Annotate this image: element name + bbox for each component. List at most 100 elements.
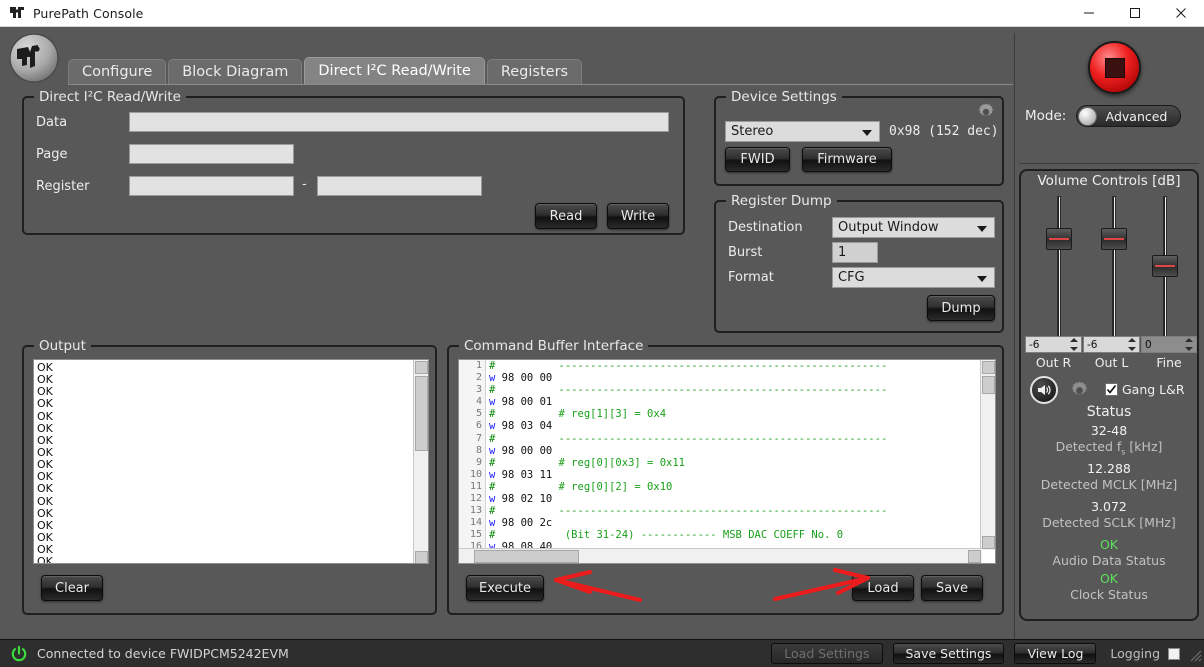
- out-r-spinbox[interactable]: -6: [1025, 336, 1082, 353]
- tab-direct-i2c-read-write[interactable]: Direct I²C Read/Write: [304, 57, 485, 85]
- read-button[interactable]: Read: [535, 203, 597, 229]
- speaker-icon[interactable]: [1030, 376, 1058, 404]
- slider-out-r[interactable]: [1046, 196, 1072, 339]
- code-line[interactable]: w 98 00 00: [487, 445, 995, 457]
- line-number: 1: [475, 360, 482, 371]
- spinner-arrows[interactable]: [1184, 338, 1195, 351]
- output-line: OK: [37, 555, 53, 564]
- volume-gear-icon[interactable]: [1069, 380, 1090, 401]
- scroll-up-arrow[interactable]: [982, 361, 995, 374]
- load-button[interactable]: Load: [852, 575, 914, 601]
- line-number: 8: [475, 444, 482, 456]
- save-button[interactable]: Save: [921, 575, 983, 601]
- code-line[interactable]: w 98 03 11: [487, 469, 995, 481]
- code-line[interactable]: w 98 00 2c: [487, 517, 995, 529]
- code-line[interactable]: # # reg[0][2] = 0x10: [487, 481, 995, 493]
- code-line[interactable]: w 98 03 04: [487, 420, 995, 432]
- device-select[interactable]: Stereo: [725, 121, 880, 142]
- detected-sclk-caption: Detected SCLK [MHz]: [1042, 515, 1176, 530]
- minimize-icon[interactable]: [1066, 0, 1112, 27]
- tab-configure[interactable]: Configure: [68, 59, 167, 85]
- code-line[interactable]: # # reg[1][3] = 0x4: [487, 408, 995, 420]
- firmware-button[interactable]: Firmware: [802, 147, 892, 172]
- stop-square-icon: [1104, 57, 1125, 78]
- out-l-spinbox[interactable]: -6: [1083, 336, 1140, 353]
- spinner-arrows[interactable]: [1127, 338, 1138, 351]
- line-number: 6: [475, 420, 482, 432]
- fine-label: Fine: [1156, 355, 1182, 370]
- burst-input[interactable]: 1: [832, 242, 878, 263]
- data-input[interactable]: [129, 112, 669, 132]
- code-line[interactable]: w 98 00 00: [487, 372, 995, 384]
- logging-indicator[interactable]: [1168, 647, 1180, 660]
- clear-button[interactable]: Clear: [41, 575, 103, 601]
- output-legend: Output: [34, 338, 91, 354]
- tab-registers[interactable]: Registers: [486, 59, 583, 85]
- slider-out-l[interactable]: [1101, 196, 1127, 339]
- scrollbar-thumb[interactable]: [415, 376, 428, 451]
- line-number: 9: [475, 456, 482, 468]
- gang-lr-checkbox[interactable]: [1105, 383, 1118, 396]
- code-lines[interactable]: # --------------------------------------…: [487, 360, 995, 563]
- close-icon[interactable]: [1158, 0, 1204, 27]
- execute-button[interactable]: Execute: [466, 575, 544, 601]
- output-line: OK: [37, 543, 53, 557]
- slider-fine[interactable]: [1152, 196, 1178, 339]
- mode-value: Advanced: [1105, 108, 1168, 124]
- gear-icon[interactable]: [976, 102, 996, 122]
- write-button[interactable]: Write: [607, 203, 669, 229]
- slider-handle[interactable]: [1101, 228, 1127, 250]
- page-input[interactable]: [129, 144, 294, 164]
- window-controls: [1066, 0, 1204, 27]
- output-line: OK: [37, 409, 53, 423]
- slider-handle[interactable]: [1152, 255, 1178, 277]
- resize-grip-icon[interactable]: [1186, 646, 1202, 662]
- tab-block-diagram[interactable]: Block Diagram: [168, 59, 303, 85]
- scroll-up-arrow[interactable]: [415, 361, 428, 374]
- register-start-input[interactable]: [129, 176, 294, 196]
- data-label: Data: [36, 115, 68, 130]
- output-line: OK: [37, 361, 53, 374]
- command-buffer-legend: Command Buffer Interface: [459, 338, 649, 354]
- editor-horizontal-scrollbar[interactable]: [459, 548, 982, 563]
- output-listbox[interactable]: OKOKOKOKOKOKOKOKOKOKOKOKOKOKOKOKOKOKOK: [33, 359, 429, 564]
- load-settings-button[interactable]: Load Settings: [771, 643, 883, 664]
- editor-vertical-scrollbar[interactable]: [980, 360, 995, 550]
- scrollbar-thumb[interactable]: [474, 550, 579, 563]
- tab-label: Direct I²C Read/Write: [318, 63, 471, 80]
- code-line[interactable]: # # reg[0][0x3] = 0x11: [487, 457, 995, 469]
- save-settings-button[interactable]: Save Settings: [892, 643, 1005, 664]
- destination-select[interactable]: Output Window: [832, 217, 995, 238]
- scroll-right-arrow[interactable]: [968, 550, 981, 563]
- slider-handle[interactable]: [1046, 228, 1072, 250]
- panel-divider: [1014, 33, 1015, 639]
- line-number: 10: [469, 468, 482, 480]
- output-vertical-scrollbar[interactable]: [413, 360, 428, 563]
- scrollbar-thumb[interactable]: [982, 376, 995, 394]
- format-select[interactable]: CFG: [832, 267, 995, 288]
- code-line[interactable]: # --------------------------------------…: [487, 384, 995, 396]
- output-line: OK: [37, 433, 53, 447]
- fine-spinbox[interactable]: 0: [1141, 336, 1197, 353]
- scroll-down-arrow[interactable]: [982, 536, 995, 549]
- record-stop-button[interactable]: [1088, 41, 1141, 94]
- code-line[interactable]: # --------------------------------------…: [487, 360, 995, 372]
- code-line[interactable]: # (Bit 31-24) ------------ MSB DAC COEFF…: [487, 529, 995, 541]
- mode-toggle[interactable]: Advanced: [1076, 105, 1181, 127]
- code-line[interactable]: # --------------------------------------…: [487, 505, 995, 517]
- code-line[interactable]: # --------------------------------------…: [487, 433, 995, 445]
- volume-controls-title: Volume Controls [dB]: [1037, 173, 1181, 189]
- format-label: Format: [728, 270, 774, 285]
- fwid-button[interactable]: FWID: [725, 147, 790, 172]
- command-buffer-editor[interactable]: 1234567891011121314151617 # ------------…: [458, 359, 996, 564]
- dump-button[interactable]: Dump: [927, 295, 995, 321]
- view-log-button[interactable]: View Log: [1014, 643, 1097, 664]
- scroll-down-arrow[interactable]: [415, 551, 428, 563]
- maximize-icon[interactable]: [1112, 0, 1158, 27]
- register-end-input[interactable]: [317, 176, 482, 196]
- code-line[interactable]: w 98 00 01: [487, 396, 995, 408]
- out-l-value: -6: [1087, 338, 1098, 351]
- code-line[interactable]: w 98 02 10: [487, 493, 995, 505]
- device-address: 0x98 (152 dec): [889, 124, 999, 139]
- spinner-arrows[interactable]: [1069, 338, 1080, 351]
